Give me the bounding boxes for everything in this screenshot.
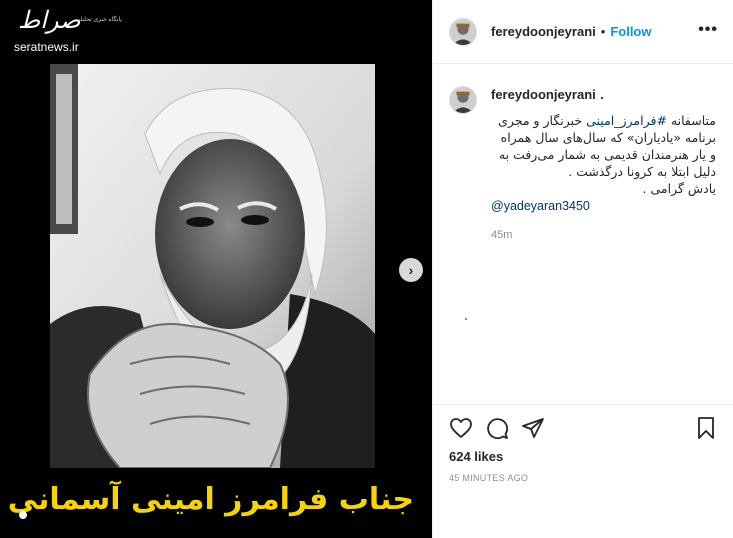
header-separator: •	[600, 24, 606, 39]
carousel-dot-indicator	[19, 511, 27, 519]
avatar[interactable]	[449, 17, 477, 46]
watermark-logo: صراط پایگاه خبری تحلیلی seratnews.ir	[12, 6, 122, 56]
divider-dot	[465, 318, 467, 320]
comment-author: fereydoonjeyrani .	[491, 86, 716, 104]
avatar[interactable]	[449, 86, 477, 114]
hashtag-link[interactable]: #فرامرز_امینی	[586, 113, 667, 128]
action-icons	[449, 415, 718, 441]
watermark-site: seratnews.ir	[14, 40, 79, 54]
watermark-subtitle: پایگاه خبری تحلیلی	[75, 17, 122, 23]
header-username[interactable]: fereydoonjeyrani	[491, 24, 596, 39]
bookmark-icon[interactable]	[694, 416, 718, 440]
share-icon[interactable]	[521, 416, 545, 440]
comment-icon[interactable]	[485, 416, 509, 440]
caption-prefix: متاسفانه	[666, 113, 716, 128]
caption-comment: fereydoonjeyrani . متاسفانه #فرامرز_امین…	[449, 86, 718, 241]
post-media[interactable]: صراط پایگاه خبری تحلیلی seratnews.ir جنا…	[0, 0, 432, 538]
comment-main: fereydoonjeyrani . متاسفانه #فرامرز_امین…	[491, 86, 716, 241]
heart-icon[interactable]	[449, 416, 473, 440]
comment-username[interactable]: fereydoonjeyrani	[491, 87, 596, 102]
post-comments: fereydoonjeyrani . متاسفانه #فرامرز_امین…	[433, 64, 733, 404]
likes-count[interactable]: 624 likes	[449, 449, 718, 464]
more-options-icon[interactable]: •••	[698, 22, 718, 38]
post-caption-text: متاسفانه #فرامرز_امینی خبرنگار و مجری بر…	[491, 112, 716, 197]
mention-link[interactable]: @yadeyaran3450	[491, 199, 716, 213]
comment-time: 45m	[491, 229, 513, 241]
comment-username-suffix: .	[600, 87, 604, 102]
post-photo	[50, 64, 375, 468]
post-sidebar: fereydoonjeyrani • Follow ••• fereydoonj…	[432, 0, 733, 538]
chevron-right-icon[interactable]: ›	[399, 258, 423, 282]
carousel-next-glyph: ›	[408, 262, 414, 278]
post-timestamp: 45 MINUTES AGO	[449, 473, 529, 483]
media-caption: جناب فرامرز امینی آسمانی شد	[0, 482, 415, 517]
caption-bar: جناب فرامرز امینی آسمانی شد	[0, 468, 432, 538]
post-actions: 624 likes 45 MINUTES AGO	[433, 404, 733, 538]
follow-button[interactable]: Follow	[610, 24, 651, 39]
post-header: fereydoonjeyrani • Follow •••	[433, 0, 733, 64]
portrait-image	[50, 64, 375, 468]
